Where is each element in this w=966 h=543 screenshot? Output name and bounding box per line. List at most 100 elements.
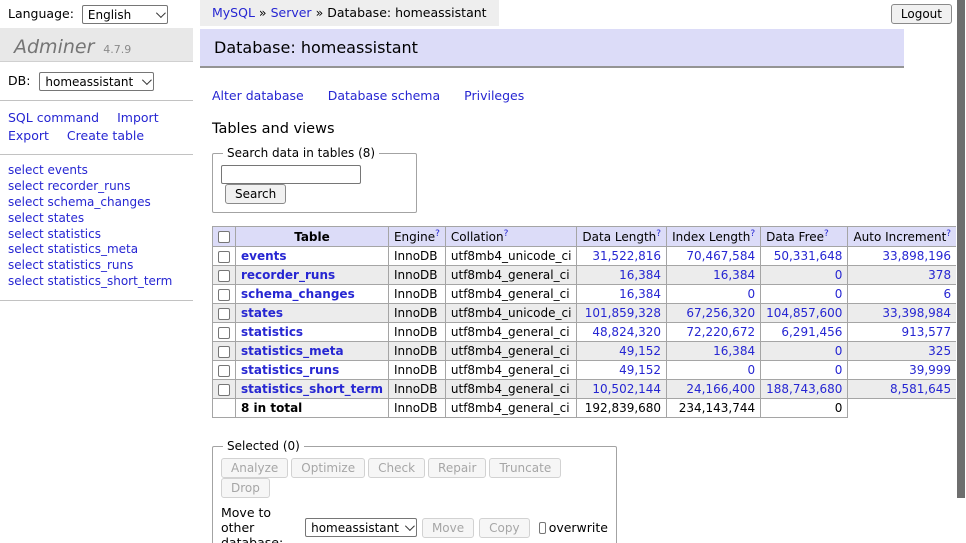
table-link[interactable]: statistics: [241, 325, 303, 339]
row-checkbox[interactable]: [218, 270, 230, 282]
sidebar-table-statistics-meta[interactable]: statistics_meta: [47, 242, 138, 256]
select-link[interactable]: select: [8, 274, 44, 288]
index-length-link[interactable]: 72,220,672: [686, 325, 755, 339]
auto-increment-link[interactable]: 325: [928, 344, 951, 358]
data-length-link[interactable]: 49,152: [619, 363, 661, 377]
engine-cell: InnoDB: [388, 361, 445, 380]
select-link[interactable]: select: [8, 211, 44, 225]
database-schema-link[interactable]: Database schema: [328, 88, 440, 103]
data-length-link[interactable]: 31,522,816: [592, 249, 661, 263]
data-free-link[interactable]: 0: [835, 363, 843, 377]
scrollbar-thumb[interactable]: [957, 0, 965, 498]
select-link[interactable]: select: [8, 195, 44, 209]
row-checkbox[interactable]: [218, 346, 230, 358]
data-length-link[interactable]: 16,384: [619, 287, 661, 301]
sidebar-table-events[interactable]: events: [47, 163, 87, 177]
sidebar-table-recorder-runs[interactable]: recorder_runs: [47, 179, 130, 193]
data-free-link[interactable]: 104,857,600: [766, 306, 842, 320]
index-length-link[interactable]: 0: [747, 363, 755, 377]
select-link[interactable]: select: [8, 179, 44, 193]
data-length-link[interactable]: 49,152: [619, 344, 661, 358]
help-link[interactable]: ?: [435, 229, 440, 239]
index-length-link[interactable]: 70,467,584: [686, 249, 755, 263]
row-checkbox[interactable]: [218, 365, 230, 377]
sidebar-link-import[interactable]: Import: [117, 110, 159, 125]
breadcrumb-mysql[interactable]: MySQL: [212, 5, 255, 20]
table-link[interactable]: statistics_meta: [241, 344, 344, 358]
select-link[interactable]: select: [8, 242, 44, 256]
data-free-link[interactable]: 0: [835, 287, 843, 301]
auto-increment-link[interactable]: 8,581,645: [890, 382, 951, 396]
sidebar-table-states[interactable]: states: [47, 211, 84, 225]
row-checkbox[interactable]: [218, 384, 230, 396]
data-length-link[interactable]: 16,384: [619, 268, 661, 282]
search-button[interactable]: Search: [225, 184, 286, 204]
analyze-button[interactable]: Analyze: [221, 458, 288, 478]
sidebar-link-export[interactable]: Export: [8, 128, 49, 143]
select-all-checkbox[interactable]: [218, 231, 230, 243]
table-link[interactable]: statistics_short_term: [241, 382, 383, 396]
data-free-link[interactable]: 0: [835, 268, 843, 282]
optimize-button[interactable]: Optimize: [291, 458, 365, 478]
table-link[interactable]: recorder_runs: [241, 268, 335, 282]
alter-database-link[interactable]: Alter database: [212, 88, 304, 103]
data-free-link[interactable]: 6,291,456: [781, 325, 842, 339]
auto-increment-link[interactable]: 913,577: [901, 325, 951, 339]
help-link[interactable]: ?: [824, 229, 829, 239]
index-length-link[interactable]: 16,384: [713, 344, 755, 358]
data-length-link[interactable]: 101,859,328: [585, 306, 661, 320]
vertical-scrollbar[interactable]: [956, 0, 966, 543]
copy-button[interactable]: Copy: [479, 518, 529, 538]
sidebar-table-statistics-short-term[interactable]: statistics_short_term: [47, 274, 172, 288]
sidebar-link-create-table[interactable]: Create table: [67, 128, 144, 143]
sidebar-table-schema-changes[interactable]: schema_changes: [47, 195, 150, 209]
index-length-link[interactable]: 0: [747, 287, 755, 301]
data-length-link[interactable]: 48,824,320: [592, 325, 661, 339]
move-database-select[interactable]: homeassistant: [305, 518, 417, 537]
data-free-link[interactable]: 50,331,648: [774, 249, 843, 263]
sidebar-table-statistics-runs[interactable]: statistics_runs: [47, 258, 133, 272]
auto-increment-link[interactable]: 33,398,984: [882, 306, 951, 320]
select-link[interactable]: select: [8, 258, 44, 272]
help-link[interactable]: ?: [946, 229, 951, 239]
repair-button[interactable]: Repair: [428, 458, 486, 478]
drop-button[interactable]: Drop: [221, 478, 270, 498]
search-input[interactable]: [221, 165, 361, 184]
sidebar-link-sql-command[interactable]: SQL command: [8, 110, 99, 125]
table-link[interactable]: states: [241, 306, 283, 320]
logout-button[interactable]: Logout: [891, 4, 952, 24]
index-length-link[interactable]: 24,166,400: [686, 382, 755, 396]
row-checkbox[interactable]: [218, 251, 230, 263]
data-free-link[interactable]: 188,743,680: [766, 382, 842, 396]
language-select[interactable]: English: [82, 5, 168, 24]
index-length-link[interactable]: 16,384: [713, 268, 755, 282]
truncate-button[interactable]: Truncate: [489, 458, 561, 478]
index-length-link[interactable]: 67,256,320: [686, 306, 755, 320]
overwrite-checkbox[interactable]: [539, 522, 546, 534]
row-checkbox[interactable]: [218, 289, 230, 301]
help-link[interactable]: ?: [750, 229, 755, 239]
data-free-link[interactable]: 0: [835, 344, 843, 358]
db-select[interactable]: homeassistant: [39, 72, 154, 91]
help-link[interactable]: ?: [656, 229, 661, 239]
auto-increment-link[interactable]: 378: [928, 268, 951, 282]
auto-increment-link[interactable]: 33,898,196: [882, 249, 951, 263]
check-button[interactable]: Check: [368, 458, 425, 478]
sidebar-table-statistics[interactable]: statistics: [47, 227, 101, 241]
select-link[interactable]: select: [8, 227, 44, 241]
auto-increment-link[interactable]: 6: [943, 287, 951, 301]
data-length-link[interactable]: 10,502,144: [592, 382, 661, 396]
select-link[interactable]: select: [8, 163, 44, 177]
help-link[interactable]: ?: [504, 229, 509, 239]
auto-increment-link[interactable]: 39,999: [909, 363, 951, 377]
move-button[interactable]: Move: [422, 518, 474, 538]
app-title[interactable]: Adminer: [14, 36, 94, 58]
table-link[interactable]: events: [241, 249, 287, 263]
breadcrumb-server[interactable]: Server: [271, 5, 312, 20]
row-checkbox[interactable]: [218, 327, 230, 339]
privileges-link[interactable]: Privileges: [464, 88, 524, 103]
row-checkbox[interactable]: [218, 308, 230, 320]
table-link[interactable]: statistics_runs: [241, 363, 339, 377]
table-link[interactable]: schema_changes: [241, 287, 355, 301]
engine-cell: InnoDB: [388, 380, 445, 399]
